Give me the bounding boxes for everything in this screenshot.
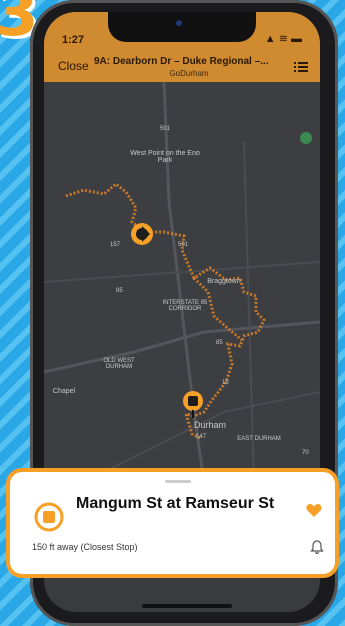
favorite-heart-icon[interactable] [306,502,322,518]
map-label-braggtown: Braggtown [207,278,241,285]
list-icon[interactable] [294,60,308,74]
map-label-west-point: West Point on the Eno Park [130,150,200,164]
agency-name: GoDurham [169,69,209,78]
route-shield-501: 501 [160,126,171,132]
bus-position-icon[interactable] [130,222,154,246]
route-map[interactable]: West Point on the Eno Park Braggtown INT… [44,82,320,482]
route-shield-15: 15 [222,380,229,386]
map-label-durham: Durham [193,420,226,430]
route-shield-85: 85 [116,288,123,294]
status-time: 1:27 [62,34,85,46]
route-shield-147: 147 [196,434,207,440]
close-button[interactable]: Close [58,59,89,73]
map-label-old-west: OLD WEST DURHAM [103,358,135,370]
map-label-east-durham: EAST DURHAM [237,436,281,442]
route-shield-85: 85 [216,340,223,346]
stop-distance: 150 ft away (Closest Stop) [32,542,138,552]
notch [108,12,256,42]
route-shield-501: 501 [178,242,189,248]
status-icons: ▲ ≋ ▬ [264,33,302,45]
home-indicator[interactable] [142,604,232,608]
notification-bell-icon[interactable] [310,540,324,554]
map-label-interstate: INTERSTATE 85 CORRIDOR [162,300,208,312]
stop-icon [34,502,64,532]
map-label-chapel: Chapel [52,388,76,395]
stop-name: Mangum St at Ramseur St [76,495,275,512]
navigation-bar: Close 9A: Dearborn Dr – Duke Regional –.… [44,52,320,83]
stop-card[interactable]: Mangum St at Ramseur St 150 ft away (Clo… [6,468,339,578]
route-shield-157: 157 [110,242,121,248]
stop-marker-icon[interactable] [182,390,204,418]
status-bar: 1:27 ▲ ≋ ▬ [44,12,320,52]
route-shield-70: 70 [302,450,309,456]
camera-icon [176,20,182,26]
route-title: 9A: Dearborn Dr – Duke Regional –... [94,56,269,67]
sheet-grabber[interactable] [165,480,191,483]
